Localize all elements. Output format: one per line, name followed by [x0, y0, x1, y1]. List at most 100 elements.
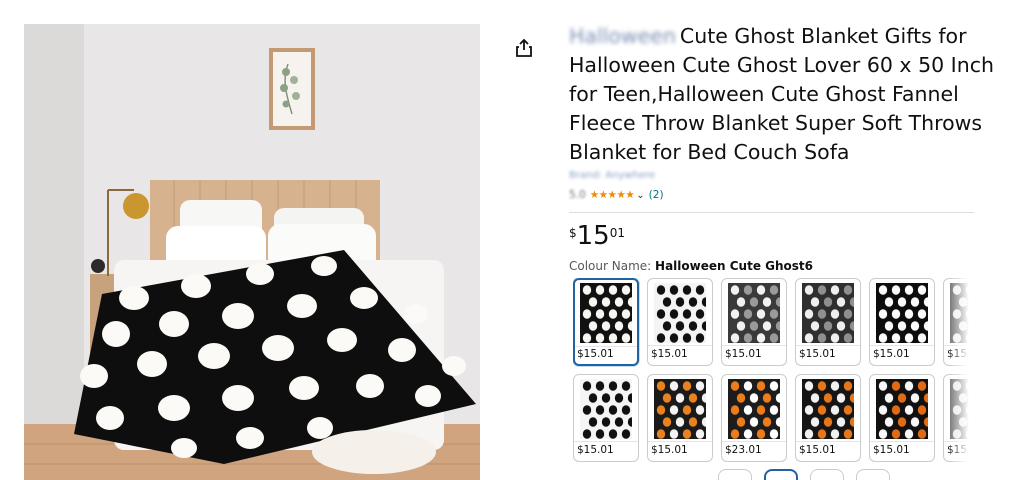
swatch-pattern-motif: [669, 285, 679, 295]
swatch-pattern-motif: [621, 309, 631, 319]
swatch-pattern-motif: [952, 429, 962, 439]
swatch-pattern-motif: [614, 417, 624, 427]
swatch-pattern-motif: [843, 309, 853, 319]
swatch-pattern-motif: [743, 405, 753, 415]
swatch-pattern-motif: [588, 417, 598, 427]
swatch-pattern-motif: [682, 333, 692, 343]
swatch-thumbnail: [580, 283, 632, 343]
colour-swatch[interactable]: $15.01: [647, 374, 713, 462]
swatch-pattern-motif: [595, 381, 605, 391]
swatch-divider: [648, 441, 712, 442]
swatch-thumbnail: [876, 283, 928, 343]
swatch-thumbnail: [580, 379, 632, 439]
swatch-pattern-motif: [756, 381, 766, 391]
swatch-pattern-motif: [601, 417, 611, 427]
colour-name-label: Colour Name:: [569, 259, 652, 273]
swatch-pattern-motif: [621, 381, 631, 391]
colour-swatch[interactable]: $15.01: [869, 374, 935, 462]
swatch-pattern-motif: [958, 321, 968, 331]
swatch-pattern-motif: [817, 309, 827, 319]
swatch-pattern-motif: [910, 321, 920, 331]
swatch-pattern-motif: [662, 297, 672, 307]
swatch-pattern-motif: [749, 393, 759, 403]
swatch-pattern-motif: [621, 429, 631, 439]
swatch-pattern-motif: [891, 285, 901, 295]
swatch-thumbnail: [950, 379, 974, 439]
swatch-pattern-motif: [608, 381, 618, 391]
swatch-pattern-motif: [743, 381, 753, 391]
swatch-thumbnail: [950, 283, 974, 343]
store-link[interactable]: Brand: Anywhere: [569, 170, 655, 181]
swatch-pattern-motif: [843, 285, 853, 295]
swatch-thumbnail: [802, 379, 854, 439]
rating-value: 5.0: [569, 189, 586, 201]
swatch-pattern-motif: [621, 333, 631, 343]
swatch-pattern-motif: [582, 405, 592, 415]
swatch-pattern-motif: [891, 333, 901, 343]
swatch-pattern-motif: [662, 393, 672, 403]
colour-swatch[interactable]: $15.01: [795, 278, 861, 366]
swatch-pattern-motif: [749, 297, 759, 307]
swatch-pattern-motif: [952, 309, 962, 319]
colour-swatch[interactable]: $15.01: [943, 278, 974, 366]
colour-swatch[interactable]: $15.01: [943, 374, 974, 462]
price: $ 15 01: [569, 222, 625, 250]
swatch-pattern-motif: [743, 333, 753, 343]
swatch-pattern-motif: [817, 333, 827, 343]
colour-swatch[interactable]: $23.01: [721, 374, 787, 462]
swatch-pattern-motif: [830, 381, 840, 391]
swatch-pattern-motif: [582, 309, 592, 319]
swatch-pattern-motif: [736, 297, 746, 307]
swatch-pattern-motif: [601, 321, 611, 331]
swatch-pattern-motif: [952, 285, 962, 295]
swatch-pattern-motif: [817, 381, 827, 391]
colour-swatch[interactable]: $15.01: [647, 278, 713, 366]
swatch-pattern-motif: [695, 429, 705, 439]
swatch-pattern-motif: [608, 309, 618, 319]
swatch-pattern-motif: [756, 285, 766, 295]
pager-button[interactable]: [718, 469, 752, 480]
swatch-pattern-motif: [682, 429, 692, 439]
swatch-pattern-motif: [904, 405, 914, 415]
swatch-divider: [574, 441, 638, 442]
swatch-pattern-motif: [804, 429, 814, 439]
swatch-divider: [870, 345, 934, 346]
pager-button[interactable]: [856, 469, 890, 480]
swatch-pattern-motif: [965, 285, 974, 295]
colour-swatch[interactable]: $15.01: [721, 278, 787, 366]
swatch-pattern-motif: [804, 405, 814, 415]
colour-swatch[interactable]: $15.01: [869, 278, 935, 366]
swatch-pattern-motif: [958, 417, 968, 427]
swatch-pattern-motif: [669, 429, 679, 439]
product-title: Halloween Cute Ghost Blanket Gifts for Ha…: [569, 22, 1019, 167]
swatch-price: $23.01: [725, 444, 762, 456]
swatch-pattern-motif: [910, 417, 920, 427]
swatch-pattern-motif: [682, 285, 692, 295]
rating-count-link[interactable]: (2): [649, 189, 664, 201]
colour-swatch[interactable]: $15.01: [573, 278, 639, 366]
swatch-divider: [944, 441, 974, 442]
swatch-pattern-motif: [897, 297, 907, 307]
swatch-divider: [796, 345, 860, 346]
swatch-pattern-motif: [588, 393, 598, 403]
pager-button-active[interactable]: [764, 469, 798, 480]
swatch-pattern-motif: [878, 405, 888, 415]
swatch-pattern-motif: [878, 309, 888, 319]
swatch-pattern-motif: [601, 297, 611, 307]
star-rating-icon[interactable]: ★★★★★: [590, 189, 635, 201]
swatch-pattern-motif: [756, 429, 766, 439]
colour-swatch[interactable]: $15.01: [795, 374, 861, 462]
colour-swatch[interactable]: $15.01: [573, 374, 639, 462]
colour-name-value: Halloween Cute Ghost6: [655, 259, 813, 273]
colour-swatch-grid: $15.01 $15.01 $15.01 $15.01 $15.01 $15.0…: [573, 278, 974, 480]
swatch-pattern-motif: [730, 285, 740, 295]
swatch-pattern-motif: [582, 333, 592, 343]
pager-button[interactable]: [810, 469, 844, 480]
swatch-pattern-motif: [952, 405, 962, 415]
share-icon[interactable]: [513, 37, 535, 59]
swatch-pattern-motif: [595, 309, 605, 319]
swatch-pattern-motif: [669, 405, 679, 415]
swatch-pattern-motif: [621, 405, 631, 415]
chevron-down-icon[interactable]: ⌄: [636, 190, 644, 201]
product-main-image[interactable]: [24, 24, 480, 480]
